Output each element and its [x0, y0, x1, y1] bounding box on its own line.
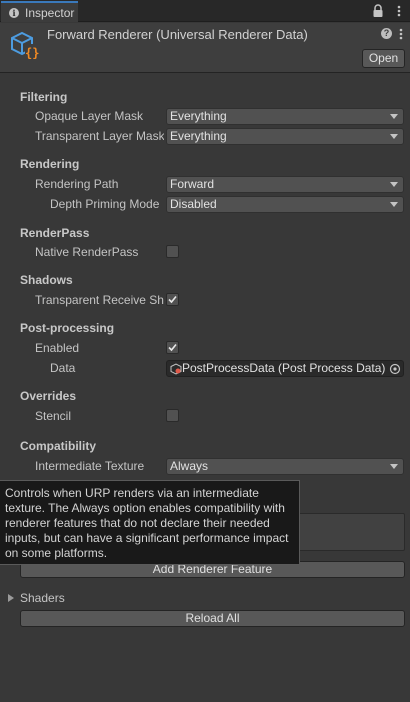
chevron-down-icon [390, 202, 398, 207]
shaders-label: Shaders [20, 591, 65, 605]
chevron-down-icon [390, 464, 398, 469]
post-processing-enabled-label: Enabled [35, 341, 80, 355]
object-picker-icon[interactable] [389, 363, 401, 375]
checkmark-icon [168, 295, 177, 304]
post-process-data-field[interactable]: PostProcessData (Post Process Data) [166, 360, 404, 377]
tab-bar: i Inspector [0, 0, 410, 22]
checkmark-icon [168, 343, 177, 352]
post-processing-enabled-checkbox[interactable] [166, 341, 179, 354]
chevron-down-icon [390, 114, 398, 119]
more-options-icon[interactable] [394, 4, 404, 18]
section-post-processing: Post-processing [20, 321, 115, 335]
reload-all-button[interactable]: Reload All [20, 610, 405, 627]
rendering-path-label: Rendering Path [35, 177, 119, 191]
depth-priming-mode-dropdown[interactable]: Disabled [166, 196, 404, 213]
intermediate-texture-value: Always [170, 459, 209, 473]
transparent-layer-mask-value: Everything [170, 129, 227, 143]
chevron-down-icon [390, 182, 398, 187]
section-compatibility: Compatibility [20, 439, 97, 453]
depth-priming-mode-label: Depth Priming Mode [50, 197, 160, 211]
opaque-layer-mask-label: Opaque Layer Mask [35, 109, 144, 123]
info-icon: i [9, 7, 19, 18]
native-renderpass-checkbox[interactable] [166, 245, 179, 258]
open-button[interactable]: Open [362, 49, 405, 68]
help-icon[interactable]: ? [381, 28, 392, 39]
svg-text:{}: {} [25, 46, 39, 60]
rendering-path-dropdown[interactable]: Forward [166, 176, 404, 193]
opaque-layer-mask-dropdown[interactable]: Everything [166, 108, 404, 125]
opaque-layer-mask-value: Everything [170, 109, 227, 123]
inspector-header: {} Forward Renderer (Universal Renderer … [0, 23, 410, 73]
lock-icon[interactable] [372, 4, 384, 18]
section-overrides: Overrides [20, 389, 77, 403]
foldout-arrow-icon [8, 594, 14, 602]
asset-title: Forward Renderer (Universal Renderer Dat… [47, 27, 308, 42]
intermediate-texture-dropdown[interactable]: Always [166, 458, 404, 475]
transparent-layer-mask-dropdown[interactable]: Everything [166, 128, 404, 145]
transparent-receive-shadows-checkbox[interactable] [166, 293, 179, 306]
renderer-asset-icon: {} [11, 31, 39, 60]
post-process-data-label: Data [50, 361, 76, 375]
intermediate-texture-label: Intermediate Texture [35, 459, 145, 473]
native-renderpass-label: Native RenderPass [35, 245, 139, 259]
transparent-layer-mask-label: Transparent Layer Mask [35, 129, 164, 143]
rendering-path-value: Forward [170, 177, 215, 191]
shaders-foldout[interactable]: Shaders [8, 591, 65, 605]
scriptable-object-icon [170, 363, 182, 375]
tab-inspector[interactable]: i Inspector [1, 1, 78, 22]
context-menu-icon[interactable] [397, 27, 405, 41]
stencil-checkbox[interactable] [166, 409, 179, 422]
section-renderpass: RenderPass [20, 226, 90, 240]
section-rendering: Rendering [20, 157, 80, 171]
post-process-data-value: PostProcessData (Post Process Data) [182, 361, 386, 375]
transparent-receive-shadows-label: Transparent Receive Shadows [35, 293, 164, 307]
chevron-down-icon [390, 134, 398, 139]
section-shadows: Shadows [20, 273, 73, 287]
stencil-label: Stencil [35, 409, 72, 423]
tab-label: Inspector [25, 5, 75, 20]
section-filtering: Filtering [20, 90, 68, 104]
depth-priming-mode-value: Disabled [170, 197, 217, 211]
intermediate-texture-tooltip: Controls when URP renders via an interme… [0, 480, 300, 565]
